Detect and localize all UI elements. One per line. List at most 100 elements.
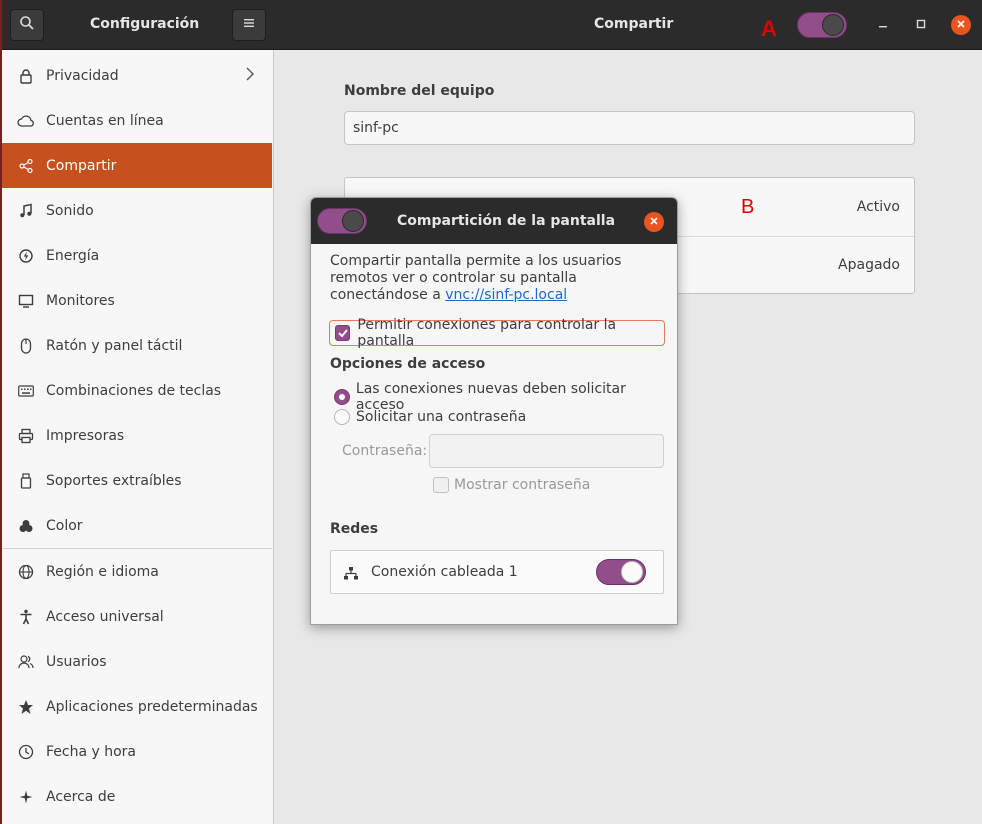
color-palette-icon bbox=[17, 517, 35, 535]
access-options-heading: Opciones de acceso bbox=[330, 356, 486, 372]
sidebar-item-label: Impresoras bbox=[46, 427, 125, 444]
page-title: Compartir bbox=[594, 16, 674, 32]
sidebar-item-fecha[interactable]: Fecha y hora bbox=[2, 729, 272, 774]
sidebar-item-region[interactable]: Región e idioma bbox=[2, 549, 272, 594]
users-icon bbox=[17, 653, 35, 671]
networks-heading: Redes bbox=[330, 521, 379, 537]
computer-name-label: Nombre del equipo bbox=[344, 83, 495, 99]
keyboard-icon bbox=[17, 382, 35, 400]
sharing-master-toggle[interactable] bbox=[797, 12, 847, 38]
screen-sharing-toggle[interactable] bbox=[317, 208, 367, 234]
sidebar-item-energia[interactable]: Energía bbox=[2, 233, 272, 278]
sidebar-item-privacidad[interactable]: Privacidad bbox=[2, 53, 272, 98]
toggle-knob bbox=[621, 561, 643, 583]
sidebar-item-teclado[interactable]: Combinaciones de teclas bbox=[2, 368, 272, 413]
close-icon bbox=[956, 18, 966, 32]
close-dialog-button[interactable] bbox=[644, 212, 664, 232]
sidebar-item-acceso-universal[interactable]: Acceso universal bbox=[2, 594, 272, 639]
sidebar-item-label: Sonido bbox=[46, 202, 94, 219]
sidebar-item-label: Acceso universal bbox=[46, 608, 164, 625]
cloud-icon bbox=[17, 112, 35, 130]
sidebar-item-label: Acerca de bbox=[46, 788, 116, 805]
network-list: Conexión cableada 1 bbox=[330, 550, 664, 594]
toggle-knob bbox=[822, 14, 844, 36]
primary-menu-button[interactable] bbox=[232, 9, 266, 41]
close-window-button[interactable] bbox=[951, 15, 971, 35]
sidebar-item-soportes[interactable]: Soportes extraíbles bbox=[2, 458, 272, 503]
lock-icon bbox=[17, 67, 35, 85]
vnc-address-link[interactable]: vnc://sinf-pc.local bbox=[445, 287, 567, 303]
service-status: Activo bbox=[856, 199, 900, 215]
sidebar-item-label: Monitores bbox=[46, 292, 115, 309]
share-icon bbox=[17, 157, 35, 175]
dialog-description: Compartir pantalla permite a los usuario… bbox=[330, 253, 660, 304]
sidebar-item-label: Combinaciones de teclas bbox=[46, 382, 222, 399]
sidebar-item-color[interactable]: Color bbox=[2, 503, 272, 548]
search-button[interactable] bbox=[10, 9, 44, 41]
sidebar-item-label: Ratón y panel táctil bbox=[46, 337, 183, 354]
clock-icon bbox=[17, 743, 35, 761]
settings-window: Configuración Compartir A Privacidad Cue… bbox=[0, 0, 982, 824]
annotation-b: B bbox=[741, 196, 755, 218]
sidebar-item-raton[interactable]: Ratón y panel táctil bbox=[2, 323, 272, 368]
password-field[interactable] bbox=[429, 434, 664, 468]
app-title: Configuración bbox=[90, 16, 200, 32]
wired-network-icon bbox=[343, 565, 359, 581]
sidebar-item-aplicaciones[interactable]: Aplicaciones predeterminadas bbox=[2, 684, 272, 729]
allow-control-label: Permitir conexiones para controlar la pa… bbox=[357, 317, 617, 349]
sidebar-item-cuentas[interactable]: Cuentas en línea bbox=[2, 98, 272, 143]
allow-control-checkbox-row[interactable]: Permitir conexiones para controlar la pa… bbox=[329, 317, 665, 349]
header-bar: Configuración Compartir A bbox=[2, 0, 982, 50]
show-password-row[interactable]: Mostrar contraseña bbox=[433, 477, 590, 493]
allow-control-checkbox[interactable] bbox=[335, 325, 351, 341]
hamburger-menu-icon bbox=[243, 17, 255, 33]
network-toggle[interactable] bbox=[596, 559, 646, 585]
sidebar-item-label: Región e idioma bbox=[46, 563, 159, 580]
maximize-icon bbox=[916, 18, 926, 32]
printer-icon bbox=[17, 427, 35, 445]
computer-name-field[interactable]: sinf-pc bbox=[344, 111, 915, 145]
sidebar-item-label: Energía bbox=[46, 247, 100, 264]
plus-icon bbox=[17, 788, 35, 806]
music-note-icon bbox=[17, 202, 35, 220]
sidebar: Privacidad Cuentas en línea Compartir So… bbox=[2, 50, 274, 824]
close-icon bbox=[649, 215, 659, 229]
mouse-icon bbox=[17, 337, 35, 355]
search-icon bbox=[19, 15, 35, 35]
sidebar-item-label: Usuarios bbox=[46, 653, 107, 670]
radio-label: Solicitar una contraseña bbox=[356, 409, 527, 425]
sidebar-item-label: Fecha y hora bbox=[46, 743, 137, 760]
radio-require-password[interactable]: Solicitar una contraseña bbox=[334, 409, 526, 425]
sidebar-item-sonido[interactable]: Sonido bbox=[2, 188, 272, 233]
annotation-a: A bbox=[761, 16, 777, 41]
star-icon bbox=[17, 698, 35, 716]
sidebar-item-usuarios[interactable]: Usuarios bbox=[2, 639, 272, 684]
screen-sharing-dialog: Compartición de la pantalla Compartir pa… bbox=[310, 197, 678, 625]
minimize-button[interactable] bbox=[873, 15, 893, 35]
accessibility-icon bbox=[17, 608, 35, 626]
radio-unselected[interactable] bbox=[334, 409, 350, 425]
sidebar-item-label: Soportes extraíbles bbox=[46, 472, 182, 489]
network-name: Conexión cableada 1 bbox=[371, 564, 518, 580]
minimize-icon bbox=[878, 18, 888, 32]
show-password-checkbox[interactable] bbox=[433, 477, 449, 493]
sidebar-item-label: Compartir bbox=[46, 157, 117, 174]
sidebar-item-label: Color bbox=[46, 517, 83, 534]
power-icon bbox=[17, 247, 35, 265]
sidebar-item-label: Cuentas en línea bbox=[46, 112, 164, 129]
maximize-button[interactable] bbox=[911, 15, 931, 35]
toggle-knob bbox=[342, 210, 364, 232]
sidebar-item-label: Privacidad bbox=[46, 67, 119, 84]
sidebar-item-label: Aplicaciones predeterminadas bbox=[46, 698, 258, 715]
sidebar-item-monitores[interactable]: Monitores bbox=[2, 278, 272, 323]
globe-icon bbox=[17, 563, 35, 581]
password-label: Contraseña: bbox=[342, 443, 428, 459]
service-status: Apagado bbox=[838, 257, 900, 273]
sidebar-item-compartir[interactable]: Compartir bbox=[2, 143, 272, 188]
sidebar-item-impresoras[interactable]: Impresoras bbox=[2, 413, 272, 458]
radio-selected[interactable] bbox=[334, 389, 350, 405]
monitor-icon bbox=[17, 292, 35, 310]
sidebar-item-acerca[interactable]: Acerca de bbox=[2, 774, 272, 819]
dialog-title: Compartición de la pantalla bbox=[397, 213, 616, 229]
chevron-right-icon bbox=[246, 67, 254, 85]
